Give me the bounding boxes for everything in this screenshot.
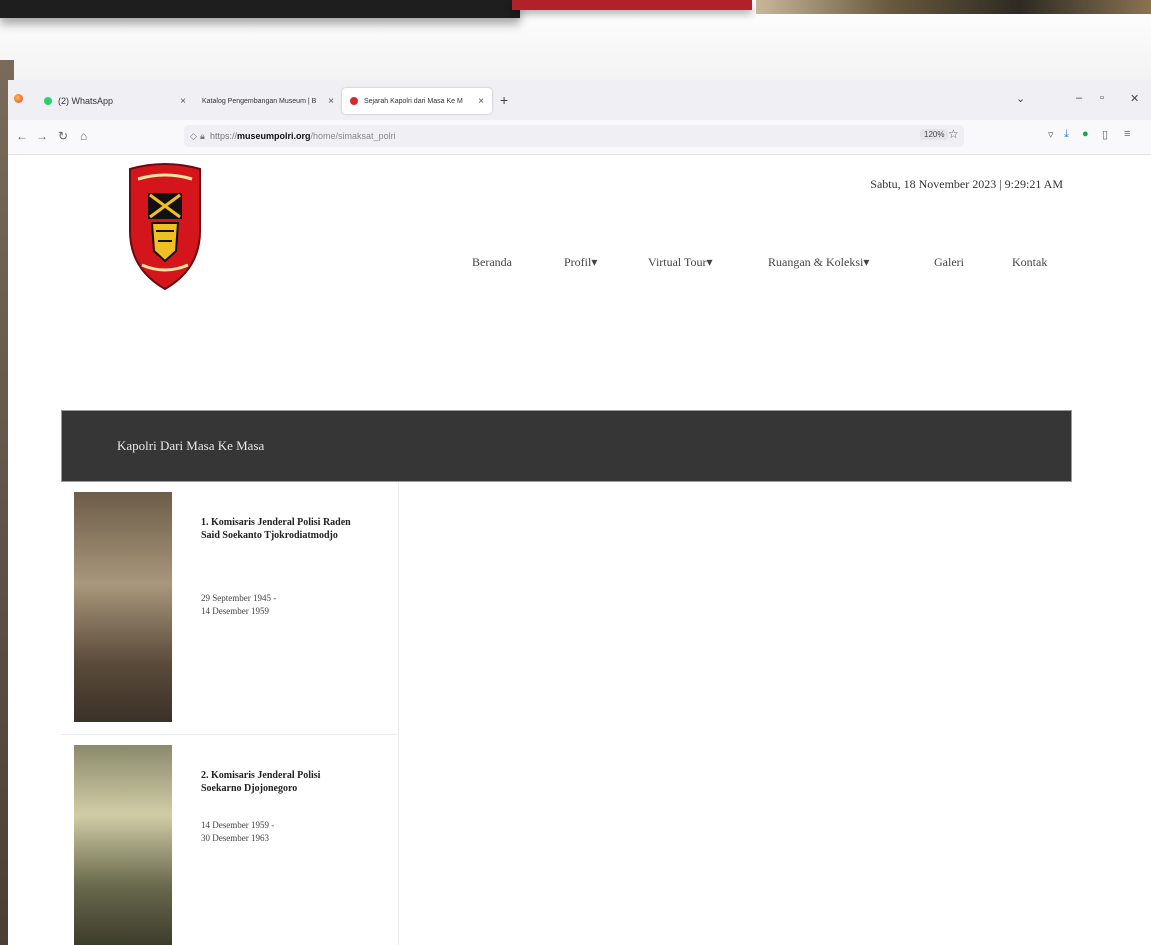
menu-label: Ruangan & Koleksi	[768, 255, 864, 269]
extension-icon[interactable]: ●	[1082, 128, 1089, 140]
reload-icon[interactable]: ↻	[58, 129, 68, 143]
menu-label: Virtual Tour	[648, 255, 707, 269]
web-page: Sabtu, 18 November 2023 | 9:29:21 AM Ber…	[8, 155, 1151, 945]
shield-icon: ◇	[190, 130, 197, 141]
home-icon[interactable]: ⌂	[80, 129, 87, 143]
tab-whatsapp[interactable]: (2) WhatsApp ×	[36, 88, 194, 114]
close-icon[interactable]: ×	[478, 96, 484, 107]
tab-label: (2) WhatsApp	[58, 96, 114, 106]
tab-label: Sejarah Kapolri dari Masa Ke M	[364, 97, 463, 105]
browser-window: (2) WhatsApp × Katalog Pengembangan Muse…	[8, 80, 1151, 945]
chief-card[interactable]: 2. Komisaris Jenderal Polisi Soekarno Dj…	[61, 735, 399, 945]
maximize-icon[interactable]: ▫	[1100, 92, 1104, 104]
pocket-icon[interactable]: ▿	[1048, 128, 1054, 141]
chief-portrait	[74, 492, 172, 722]
chief-portrait	[74, 745, 172, 945]
section-title: Kapolri Dari Masa Ke Masa	[117, 438, 265, 453]
current-datetime: Sabtu, 18 November 2023 | 9:29:21 AM	[870, 177, 1063, 191]
chief-period-start: 29 September 1945 -	[201, 593, 277, 603]
zoom-level[interactable]: 120%	[920, 129, 949, 140]
polri-favicon-icon	[350, 97, 358, 105]
chief-period-end: 14 Desember 1959	[201, 606, 269, 616]
url-path: /home/simaksat_polri	[310, 131, 396, 141]
address-bar[interactable]: ◇ 🔒︎ https:// museumpolri.org /home/sima…	[184, 125, 964, 147]
dropdown-caret-icon: ▾	[591, 255, 598, 269]
close-icon[interactable]: ×	[180, 96, 186, 107]
lock-icon: 🔒︎	[200, 130, 205, 141]
tab-bar: (2) WhatsApp × Katalog Pengembangan Muse…	[8, 80, 1151, 120]
background-photo	[756, 0, 1151, 14]
menu-item-profil[interactable]: Profil▾	[564, 255, 597, 270]
bookmark-star-icon[interactable]: ☆	[948, 127, 959, 141]
menu-item-virtual-tour[interactable]: Virtual Tour▾	[648, 255, 713, 270]
back-arrow-icon[interactable]: ←	[16, 129, 28, 143]
tab-katalog[interactable]: Katalog Pengembangan Museum | B ×	[194, 88, 342, 114]
bezel-red-strip	[512, 0, 752, 10]
url-scheme: https://	[210, 131, 238, 141]
whatsapp-icon	[44, 97, 52, 105]
new-tab-button[interactable]: +	[500, 92, 508, 108]
menu-item-ruangan-koleksi[interactable]: Ruangan & Koleksi▾	[768, 255, 869, 270]
firefox-icon[interactable]	[14, 94, 23, 103]
dropdown-caret-icon: ▾	[863, 255, 870, 269]
tab-sejarah-kapolri[interactable]: Sejarah Kapolri dari Masa Ke M ×	[342, 88, 492, 114]
chief-card[interactable]: 1. Komisaris Jenderal Polisi Raden Said …	[61, 482, 399, 735]
tab-label: Katalog Pengembangan Museum | B	[202, 97, 317, 105]
dropdown-caret-icon: ▾	[706, 255, 713, 269]
menu-item-beranda[interactable]: Beranda	[472, 255, 512, 270]
menu-item-kontak[interactable]: Kontak	[1012, 255, 1047, 270]
chief-period-end: 30 Desember 1963	[201, 833, 269, 843]
close-icon[interactable]: ×	[328, 96, 334, 107]
account-icon[interactable]: ▯	[1102, 128, 1108, 141]
chief-name: 1. Komisaris Jenderal Polisi Raden Said …	[201, 517, 351, 541]
download-icon[interactable]: ⤓	[1064, 128, 1069, 141]
bezel-dark-strip	[0, 0, 520, 18]
chief-period-start: 14 Desember 1959 -	[201, 820, 275, 830]
forward-arrow-icon[interactable]: →	[36, 129, 48, 143]
menu-item-galeri[interactable]: Galeri	[934, 255, 964, 270]
list-tabs-chevron-icon[interactable]: ⌄	[1016, 92, 1025, 105]
polri-logo[interactable]	[126, 161, 204, 291]
menu-icon[interactable]: ≡	[1124, 128, 1130, 140]
nav-bar: ← → ↻ ⌂ ◇ 🔒︎ https:// museumpolri.org /h…	[8, 120, 1151, 155]
minimize-icon[interactable]: –	[1076, 92, 1082, 104]
close-window-icon[interactable]: ✕	[1130, 92, 1139, 105]
menu-label: Profil	[564, 255, 592, 269]
section-header: Kapolri Dari Masa Ke Masa	[61, 410, 1072, 482]
url-domain: museumpolri.org	[237, 131, 311, 141]
chief-name: 2. Komisaris Jenderal Polisi Soekarno Dj…	[201, 770, 321, 794]
